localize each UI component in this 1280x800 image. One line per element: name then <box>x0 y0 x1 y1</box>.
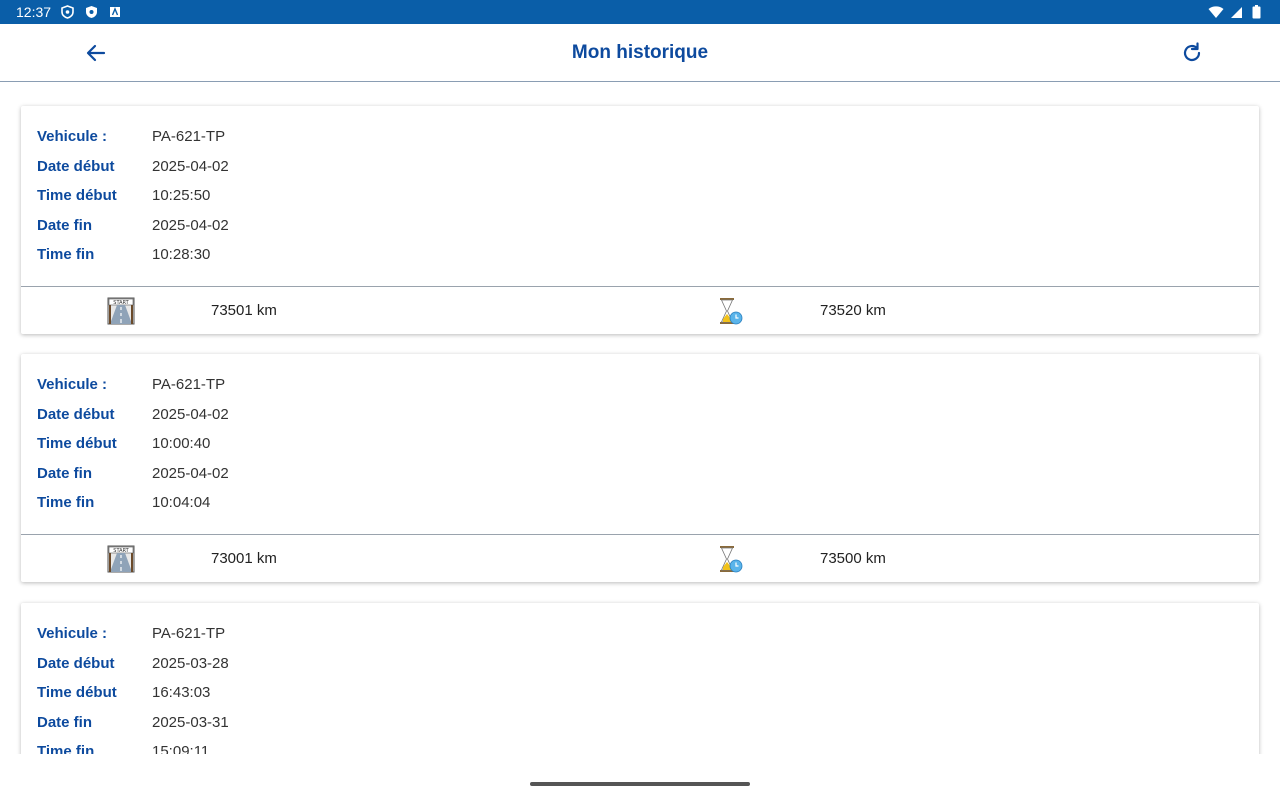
time-debut-label: Time début <box>37 435 117 453</box>
battery-icon <box>1248 4 1264 20</box>
history-list[interactable]: Vehicule : PA-621-TP Date début 2025-04-02… <box>0 82 1280 754</box>
signal-icon <box>1228 4 1244 20</box>
time-fin-value: 10:28:30 <box>152 246 211 264</box>
date-debut-value: 2025-04-02 <box>152 405 229 423</box>
history-card[interactable]: Vehicule : PA-621-TP Date début 2025-04-02… <box>21 106 1259 334</box>
vehicule-label: Vehicule : <box>37 625 108 643</box>
gesture-nav-handle[interactable] <box>530 782 750 786</box>
back-button[interactable] <box>80 37 112 69</box>
status-bar: 12:37 <box>0 0 1280 24</box>
time-fin-value: 10:04:04 <box>152 494 211 512</box>
card-info: Vehicule : PA-621-TP Date début 2025-04-02… <box>21 354 1259 534</box>
date-fin-label: Date fin <box>37 713 93 731</box>
date-fin-value: 2025-04-02 <box>152 216 229 234</box>
page-title: Mon historique <box>571 41 709 63</box>
time-debut-value: 10:00:40 <box>152 435 211 453</box>
date-debut-label: Date début <box>37 654 115 672</box>
date-debut-value: 2025-04-02 <box>152 157 229 175</box>
vpn-icon <box>59 4 75 20</box>
km-start-value: 73501 km <box>211 302 277 319</box>
refresh-icon <box>1183 41 1201 61</box>
card-footer: START 73001 km 73500 km <box>21 534 1259 582</box>
arrow-back-icon <box>86 44 106 61</box>
time-fin-label: Time fin <box>37 743 95 754</box>
start-road-icon: START <box>107 545 135 573</box>
km-end-value: 73500 km <box>820 550 886 567</box>
date-fin-value: 2025-03-31 <box>152 713 229 731</box>
vehicule-label: Vehicule : <box>37 128 108 146</box>
date-debut-value: 2025-03-28 <box>152 654 229 672</box>
status-time: 12:37 <box>16 4 52 20</box>
history-card[interactable]: Vehicule : PA-621-TP Date début 2025-03-28… <box>21 603 1259 754</box>
vehicule-value: PA-621-TP <box>152 128 226 146</box>
time-debut-value: 10:25:50 <box>152 187 211 205</box>
date-debut-label: Date début <box>37 405 115 423</box>
time-debut-label: Time début <box>37 684 117 702</box>
time-debut-value: 16:43:03 <box>152 684 211 702</box>
refresh-button[interactable] <box>1176 37 1208 69</box>
shield-icon <box>83 4 99 20</box>
km-end-value: 73520 km <box>820 302 886 319</box>
vehicule-value: PA-621-TP <box>152 625 226 643</box>
time-fin-label: Time fin <box>37 494 95 512</box>
start-road-icon: START <box>107 297 135 325</box>
notification-app-icon <box>107 4 123 20</box>
vehicule-value: PA-621-TP <box>152 376 226 394</box>
time-fin-value: 15:09:11 <box>152 743 210 754</box>
card-info: Vehicule : PA-621-TP Date début 2025-03-28… <box>21 603 1259 754</box>
date-fin-value: 2025-04-02 <box>152 464 229 482</box>
hourglass-clock-icon <box>720 546 743 573</box>
hourglass-clock-icon <box>720 298 743 325</box>
time-fin-label: Time fin <box>37 246 95 264</box>
vehicule-label: Vehicule : <box>37 376 108 394</box>
card-footer: START 73501 km 73520 km <box>21 286 1259 334</box>
date-debut-label: Date début <box>37 157 115 175</box>
time-debut-label: Time début <box>37 187 117 205</box>
km-start-value: 73001 km <box>211 550 277 567</box>
date-fin-label: Date fin <box>37 464 93 482</box>
wifi-icon <box>1208 4 1224 20</box>
card-info: Vehicule : PA-621-TP Date début 2025-04-02… <box>21 106 1259 286</box>
history-card[interactable]: Vehicule : PA-621-TP Date début 2025-04-02… <box>21 354 1259 582</box>
date-fin-label: Date fin <box>37 216 93 234</box>
app-bar: Mon historique <box>0 24 1280 82</box>
